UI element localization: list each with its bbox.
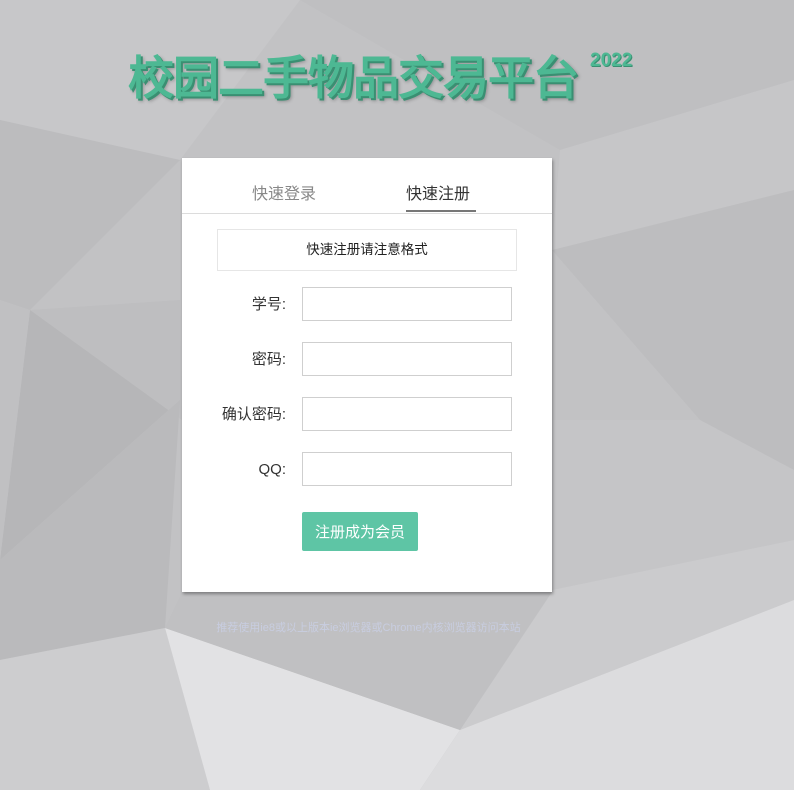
format-notice: 快速注册请注意格式 bbox=[217, 229, 517, 271]
confirm-password-label: 确认密码: bbox=[221, 406, 286, 423]
qq-input[interactable] bbox=[302, 452, 512, 486]
year-badge: 2022 bbox=[590, 50, 633, 71]
active-tab-indicator bbox=[406, 210, 476, 212]
tab-bar: 快速登录 快速注册 bbox=[182, 158, 552, 214]
student-id-input[interactable] bbox=[302, 287, 512, 321]
tab-quick-register[interactable]: 快速注册 bbox=[406, 180, 470, 204]
browser-recommendation-note: 推荐使用ie8或以上版本ie浏览器或Chrome内核浏览器访问本站 bbox=[216, 622, 521, 634]
confirm-password-row: 确认密码: bbox=[182, 397, 552, 433]
tab-quick-login[interactable]: 快速登录 bbox=[252, 180, 316, 204]
register-member-button[interactable]: 注册成为会员 bbox=[302, 512, 418, 551]
qq-row: QQ: bbox=[182, 452, 552, 488]
confirm-password-input[interactable] bbox=[302, 397, 512, 431]
register-card: 快速登录 快速注册 快速注册请注意格式 学号: 密码: 确认密码: QQ: 注册… bbox=[182, 158, 552, 592]
student-id-label: 学号: bbox=[251, 296, 286, 313]
student-id-row: 学号: bbox=[182, 287, 552, 323]
qq-label: QQ: bbox=[258, 461, 286, 478]
password-label: 密码: bbox=[251, 351, 286, 368]
password-row: 密码: bbox=[182, 342, 552, 378]
page-title: 校园二手物品交易平台 bbox=[128, 51, 579, 105]
title-container: 校园二手物品交易平台 bbox=[128, 48, 579, 108]
password-input[interactable] bbox=[302, 342, 512, 376]
